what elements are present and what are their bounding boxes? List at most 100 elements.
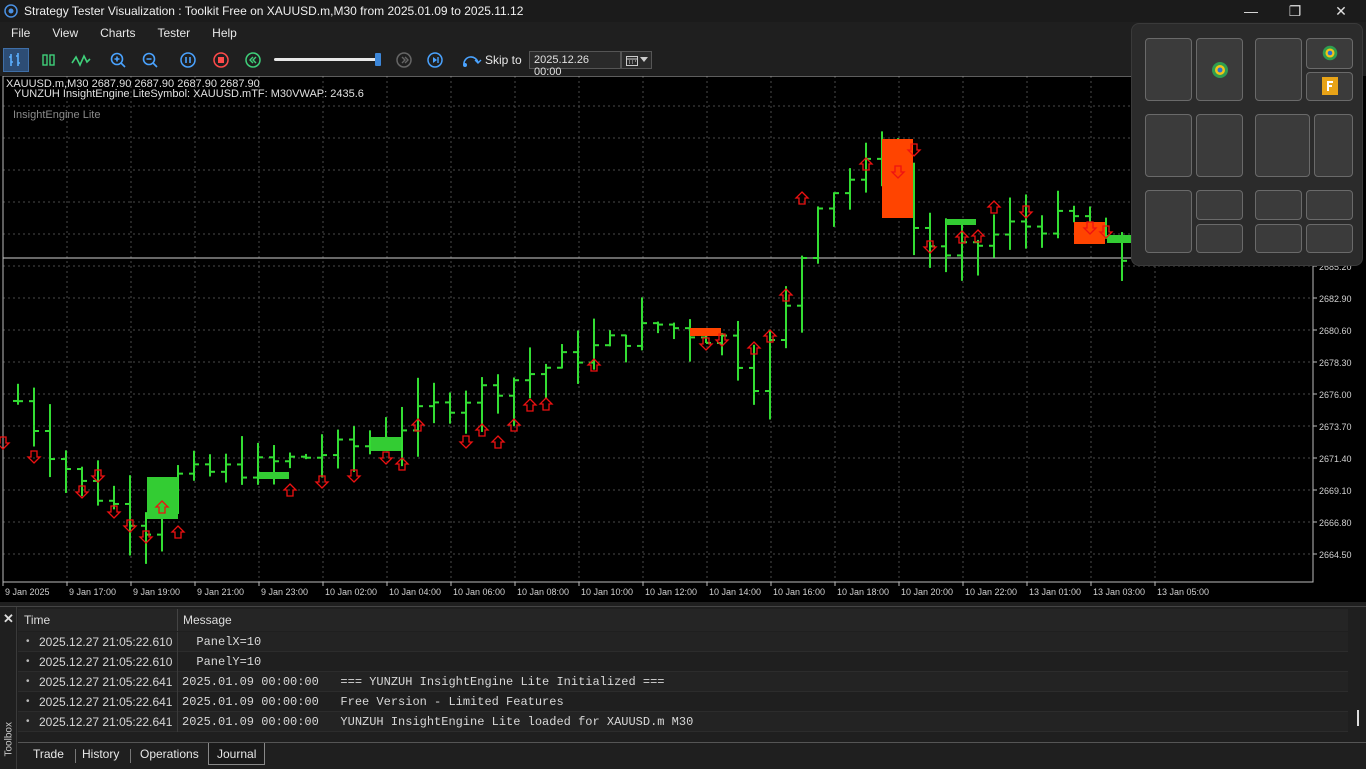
column-message[interactable]: Message xyxy=(183,613,232,627)
speed-slider[interactable] xyxy=(274,53,382,66)
journal-row-time: 2025.12.27 21:05:22.610 xyxy=(39,655,173,669)
signal-zone xyxy=(690,328,721,336)
skip-date-input[interactable]: 2025.12.26 00:00 xyxy=(529,51,621,78)
zoom-out-icon xyxy=(142,52,158,68)
menu-tester[interactable]: Tester xyxy=(146,26,201,40)
bar-chart-button[interactable] xyxy=(3,48,29,72)
candlestick-icon xyxy=(42,54,55,66)
journal-row[interactable]: • 2025.12.27 21:05:22.610 PanelX=10 xyxy=(18,632,1348,652)
stop-icon xyxy=(213,52,229,68)
close-button[interactable]: ✕ xyxy=(1318,0,1364,22)
indicator-info: YUNZUH InsightEngine LiteSymbol: XAUUSD.… xyxy=(14,88,364,100)
menu-file[interactable]: File xyxy=(0,26,41,40)
price-tick-label: 2673.70 xyxy=(1319,422,1352,432)
mt5-editor-icon xyxy=(1322,77,1338,95)
time-tick-label: 9 Jan 17:00 xyxy=(69,587,116,597)
journal-row-time: 2025.12.27 21:05:22.641 xyxy=(39,715,173,729)
snap-cell[interactable] xyxy=(1314,114,1353,177)
pause-button[interactable] xyxy=(175,48,201,72)
time-tick-label: 10 Jan 18:00 xyxy=(837,587,889,597)
stop-button[interactable] xyxy=(208,48,234,72)
buy-arrow xyxy=(170,525,186,539)
play-icon xyxy=(427,52,443,68)
zoom-out-button[interactable] xyxy=(137,48,163,72)
zoom-in-icon xyxy=(110,52,126,68)
journal-row[interactable]: • 2025.12.27 21:05:22.641 2025.01.09 00:00… xyxy=(18,712,1348,732)
journal-row-time: 2025.12.27 21:05:22.641 xyxy=(39,695,173,709)
time-tick-label: 10 Jan 04:00 xyxy=(389,587,441,597)
sell-arrow xyxy=(458,435,474,449)
buy-arrow xyxy=(986,200,1002,214)
tab-history[interactable]: History xyxy=(74,746,127,764)
calendar-dropdown[interactable] xyxy=(621,51,652,69)
time-tick-label: 10 Jan 12:00 xyxy=(645,587,697,597)
journal-row-message: PanelX=10 xyxy=(182,635,262,649)
zoom-in-button[interactable] xyxy=(105,48,131,72)
journal-row-time: 2025.12.27 21:05:22.641 xyxy=(39,675,173,689)
slider-thumb[interactable] xyxy=(375,53,381,66)
sell-arrow xyxy=(26,450,42,464)
snap-cell[interactable] xyxy=(1196,190,1243,220)
step-back-button[interactable] xyxy=(240,48,266,72)
price-tick-label: 2682.90 xyxy=(1319,294,1352,304)
snap-cell[interactable] xyxy=(1306,190,1353,220)
time-tick-label: 10 Jan 22:00 xyxy=(965,587,1017,597)
sell-arrow xyxy=(0,436,11,450)
journal-row-message: 2025.01.09 00:00:00 Free Version - Limit… xyxy=(182,695,564,709)
menu-help[interactable]: Help xyxy=(201,26,248,40)
snap-cell[interactable] xyxy=(1255,224,1302,253)
journal-row-dot: • xyxy=(26,696,30,707)
snap-cell[interactable] xyxy=(1255,114,1310,177)
maximize-button[interactable]: ❐ xyxy=(1272,0,1318,22)
time-tick-label: 9 Jan 2025 xyxy=(5,587,50,597)
snap-cell[interactable] xyxy=(1196,38,1243,101)
snap-cell[interactable] xyxy=(1306,38,1353,69)
journal-row[interactable]: • 2025.12.27 21:05:22.641 2025.01.09 00:00… xyxy=(18,692,1348,712)
calendar-icon xyxy=(625,55,638,66)
skip-button[interactable] xyxy=(459,48,485,72)
tab-operations[interactable]: Operations xyxy=(132,746,207,764)
mt5-app-icon xyxy=(1212,62,1228,78)
snap-cell[interactable] xyxy=(1196,224,1243,253)
tab-trade[interactable]: Trade xyxy=(25,746,72,764)
time-tick-label: 9 Jan 21:00 xyxy=(197,587,244,597)
time-tick-label: 13 Jan 05:00 xyxy=(1157,587,1209,597)
price-tick-label: 2680.60 xyxy=(1319,326,1352,336)
journal-row-dot: • xyxy=(26,636,30,647)
snap-cell[interactable] xyxy=(1196,114,1243,177)
minimize-button[interactable]: — xyxy=(1228,0,1274,22)
time-tick-label: 9 Jan 19:00 xyxy=(133,587,180,597)
journal-scrollbar[interactable] xyxy=(1357,710,1359,726)
column-time[interactable]: Time xyxy=(24,613,50,627)
time-tick-label: 10 Jan 10:00 xyxy=(581,587,633,597)
snap-cell[interactable] xyxy=(1145,38,1192,101)
journal-row-message: 2025.01.09 00:00:00 YUNZUH InsightEngine… xyxy=(182,715,694,729)
mt5-app-icon xyxy=(1322,45,1338,61)
snap-cell[interactable] xyxy=(1306,224,1353,253)
menu-view[interactable]: View xyxy=(41,26,89,40)
snap-cell[interactable] xyxy=(1255,190,1302,220)
snap-cell[interactable] xyxy=(1255,38,1302,101)
time-tick-label: 9 Jan 23:00 xyxy=(261,587,308,597)
signal-zone xyxy=(946,219,976,225)
skip-to-label: Skip to xyxy=(485,53,522,67)
step-forward-button[interactable] xyxy=(391,48,417,72)
journal-row[interactable]: • 2025.12.27 21:05:22.610 PanelY=10 xyxy=(18,652,1348,672)
play-button[interactable] xyxy=(422,48,448,72)
line-chart-icon xyxy=(71,54,91,67)
toolbox-close-button[interactable]: ✕ xyxy=(3,611,14,627)
menu-charts[interactable]: Charts xyxy=(89,26,146,40)
snap-cell[interactable] xyxy=(1145,190,1192,253)
bar-chart-icon xyxy=(9,53,20,66)
snap-cell[interactable] xyxy=(1145,114,1192,177)
time-tick-label: 10 Jan 14:00 xyxy=(709,587,761,597)
snap-cell[interactable] xyxy=(1306,72,1353,101)
time-tick-label: 13 Jan 01:00 xyxy=(1029,587,1081,597)
pause-icon xyxy=(180,52,196,68)
candlestick-button[interactable] xyxy=(36,48,62,72)
buy-arrow xyxy=(538,397,554,411)
line-chart-button[interactable] xyxy=(68,48,94,72)
chevron-down-icon xyxy=(639,57,648,62)
journal-row[interactable]: • 2025.12.27 21:05:22.641 2025.01.09 00:00… xyxy=(18,672,1348,692)
tab-journal[interactable]: Journal xyxy=(208,743,266,765)
